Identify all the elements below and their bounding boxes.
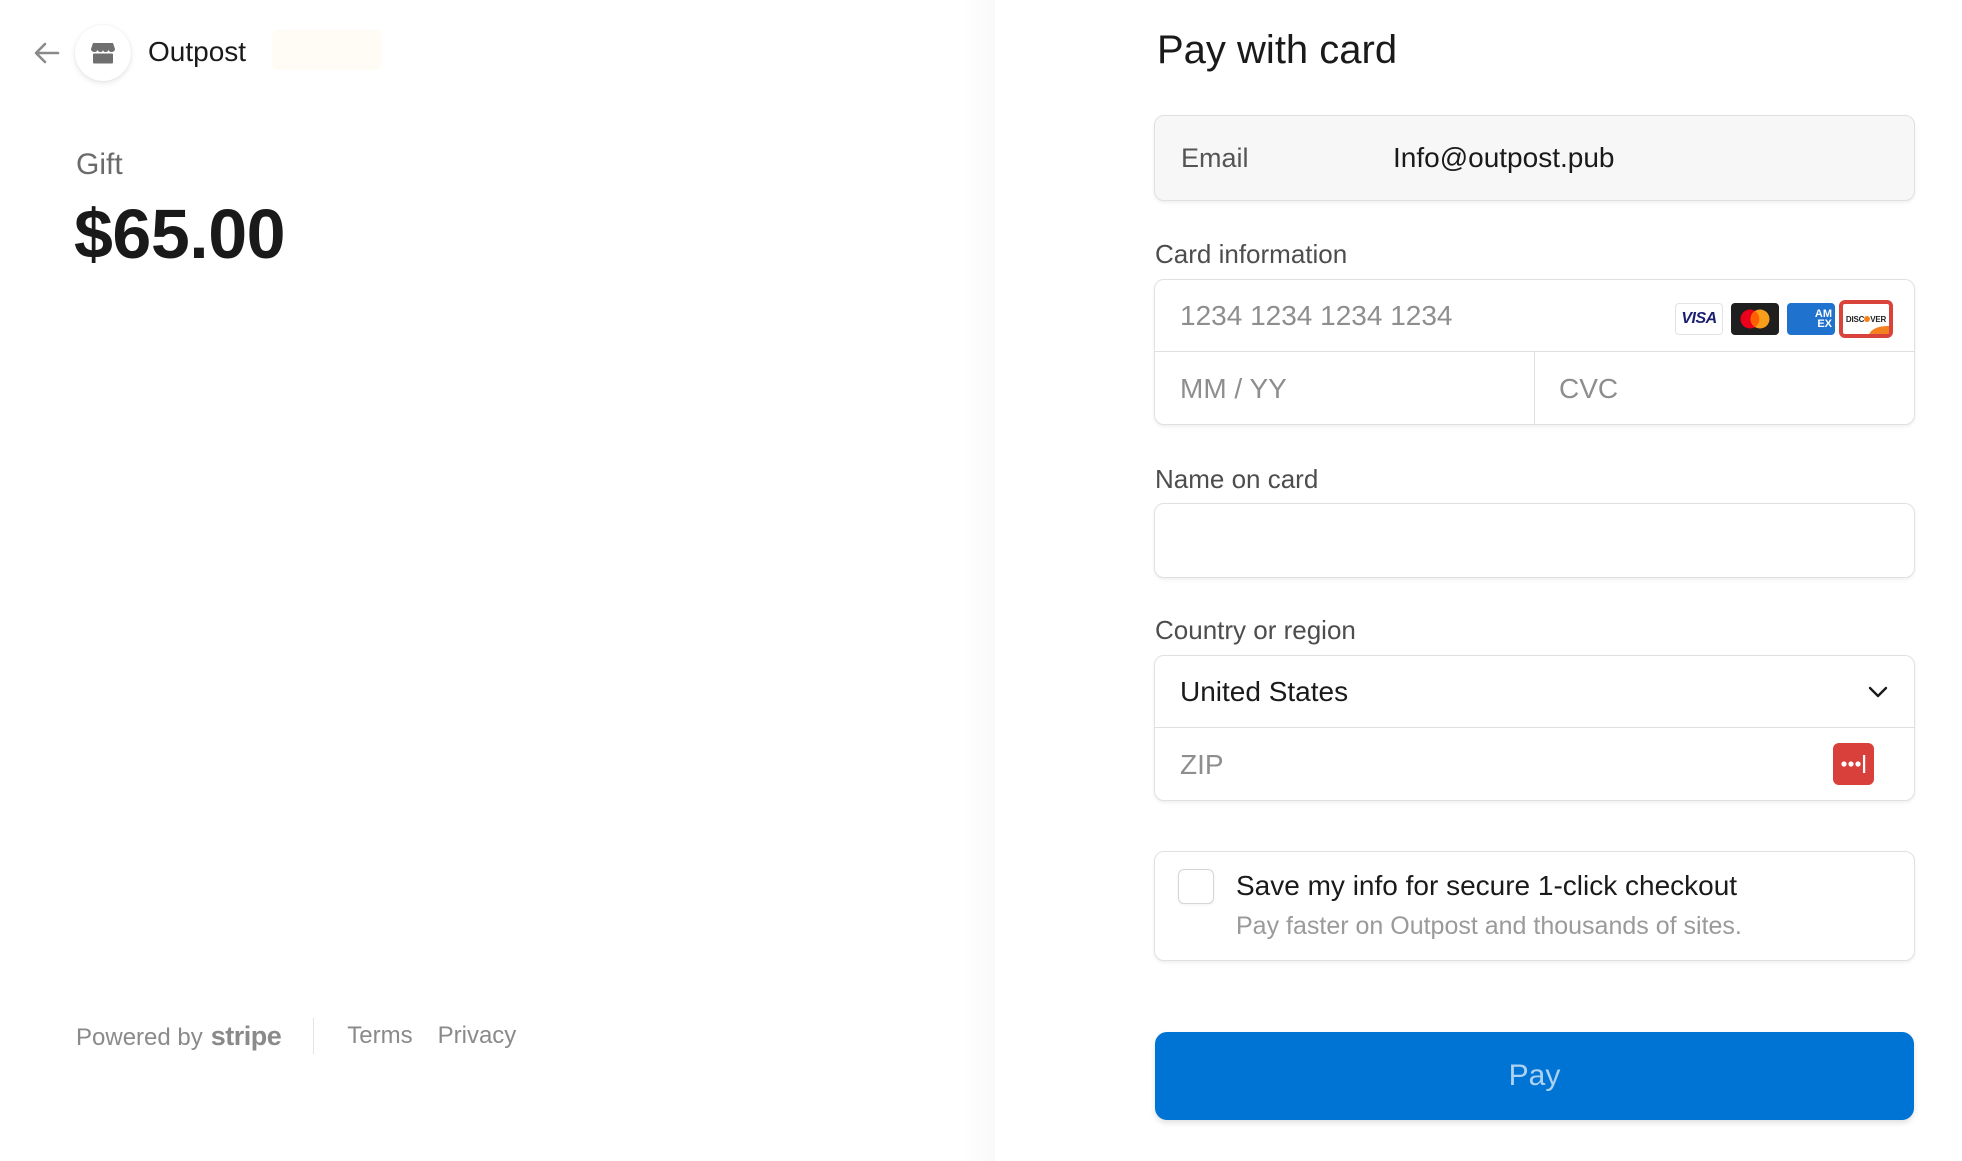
save-info-title[interactable]: Save my info for secure 1-click checkout [1236, 868, 1737, 904]
pay-button[interactable]: Pay [1155, 1032, 1914, 1120]
mastercard-circles [1740, 309, 1770, 329]
privacy-link[interactable]: Privacy [438, 1022, 517, 1050]
country-selected-value: United States [1180, 675, 1349, 707]
visa-icon: VISA [1675, 303, 1723, 335]
country-select[interactable]: United States [1155, 656, 1914, 728]
discover-text: DISC VER [1845, 314, 1887, 324]
cvc-field[interactable]: CVC [1535, 352, 1914, 425]
card-number-placeholder: 1234 1234 1234 1234 [1180, 300, 1453, 331]
card-expiry-cvc-row: MM / YY CVC [1155, 352, 1914, 425]
cvc-placeholder: CVC [1559, 372, 1619, 404]
save-info-checkbox[interactable] [1178, 869, 1214, 904]
visa-text: VISA [1681, 310, 1717, 327]
country-label: Country or region [1155, 615, 1356, 645]
card-brand-logos: VISA AM EX DISC VER [1675, 300, 1893, 338]
expiry-placeholder: MM / YY [1180, 372, 1287, 404]
chevron-down-icon [1868, 686, 1888, 698]
country-zip-group: United States ZIP [1154, 655, 1915, 801]
panel-shadow [960, 0, 995, 1161]
card-info-label: Card information [1155, 239, 1348, 269]
merchant-logo[interactable] [75, 25, 131, 81]
card-info-group: 1234 1234 1234 1234 VISA AMEX DISCVER [1154, 279, 1915, 425]
save-info-subtitle: Pay faster on Outpost and thousands of s… [1236, 912, 1742, 940]
name-on-card-label: Name on card [1155, 464, 1319, 494]
powered-by-label: Powered by [76, 1023, 203, 1051]
back-button[interactable] [30, 36, 64, 70]
order-summary-panel: Outpost Gift $65.00 Powered by stripe Te… [0, 0, 995, 1161]
expiry-field[interactable]: MM / YY [1155, 352, 1535, 425]
email-value: Info@outpost.pub [1393, 142, 1615, 173]
footer: Powered by stripe Terms Privacy [76, 1016, 516, 1056]
zip-placeholder: ZIP [1180, 748, 1224, 780]
footer-divider [313, 1018, 315, 1054]
merchant-name[interactable]: Outpost [148, 34, 246, 70]
stripe-logo: stripe [210, 1020, 282, 1051]
terms-link[interactable]: Terms [347, 1022, 412, 1050]
pay-button-label: Pay [1508, 1059, 1561, 1092]
password-dots-glyph [1840, 755, 1865, 773]
powered-by-stripe[interactable]: Powered by stripe [76, 1020, 282, 1052]
save-info-box: Save my info for secure 1-click checkout… [1154, 851, 1915, 961]
email-label: Email [1181, 142, 1249, 173]
zip-field[interactable]: ZIP [1155, 728, 1914, 801]
product-price: $65.00 [74, 195, 286, 273]
arrow-left-icon [34, 42, 60, 64]
mastercard-icon [1731, 303, 1779, 335]
payment-form-panel: Pay with card Email Info@outpost.pub Car… [995, 0, 1962, 1161]
faded-badge [272, 30, 382, 70]
amex-icon: AM EX [1787, 303, 1835, 335]
product-name: Gift [76, 148, 123, 181]
name-on-card-input[interactable] [1154, 503, 1915, 578]
storefront-icon [91, 43, 115, 64]
form-title: Pay with card [1157, 28, 1398, 72]
discover-icon: DISC VER [1839, 300, 1893, 338]
card-number-field[interactable]: 1234 1234 1234 1234 VISA AM EX DISC VER [1155, 280, 1914, 352]
password-manager-icon[interactable] [1833, 743, 1874, 785]
email-field[interactable]: Email Info@outpost.pub [1154, 115, 1915, 201]
amex-text: AM EX [1814, 308, 1832, 330]
